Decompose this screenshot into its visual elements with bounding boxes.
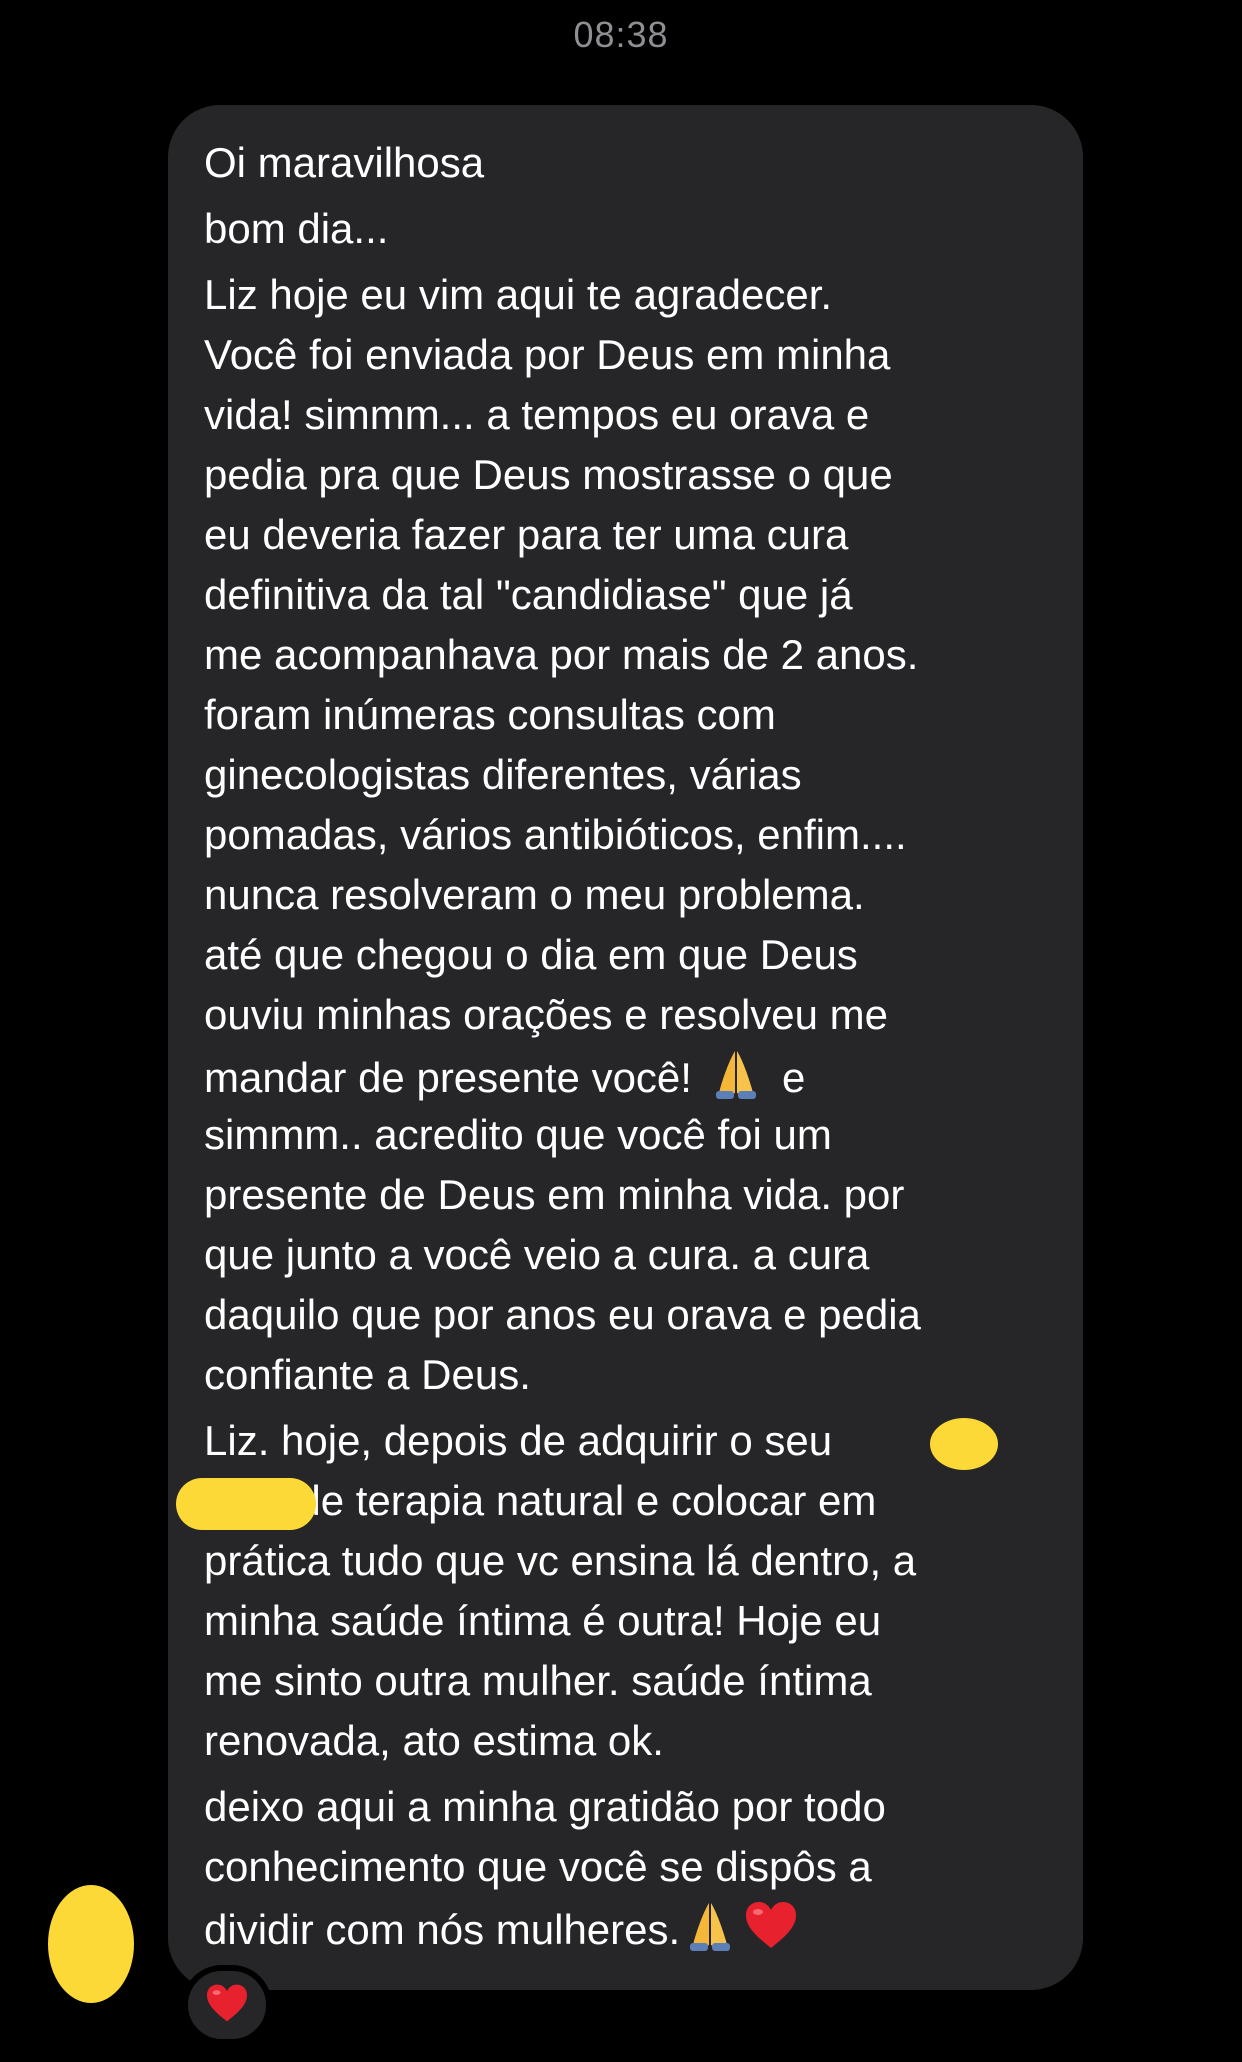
- message-timestamp: 08:38: [573, 14, 669, 55]
- message-line: confiante a Deus.: [204, 1351, 531, 1398]
- message-paragraph: Oi maravilhosa: [204, 133, 1053, 193]
- message-line: presente de Deus em minha vida. por: [204, 1171, 905, 1218]
- heart-icon: [205, 1983, 249, 2028]
- message-line: Você foi enviada por Deus em minha: [204, 331, 891, 378]
- avatar[interactable]: [48, 1885, 134, 2003]
- message-paragraph: deixo aqui a minha gratidão por todo con…: [204, 1777, 1053, 1957]
- message-line: me acompanhava por mais de 2 anos.: [204, 631, 919, 678]
- message-line: ouviu minhas orações e resolveu me: [204, 991, 889, 1038]
- message-line: daquilo que por anos eu orava e pedia: [204, 1291, 921, 1338]
- reaction-badge[interactable]: [182, 1965, 272, 2045]
- message-line: vida! simmm... a tempos eu orava e: [204, 391, 870, 438]
- censor-mark: [176, 1478, 316, 1530]
- heart-icon: [744, 1900, 798, 1966]
- message-line: eu deveria fazer para ter uma cura: [204, 511, 849, 558]
- pray-icon: [682, 1897, 738, 1969]
- censor-mark: [930, 1418, 998, 1470]
- message-line: Liz. hoje, depois de adquirir o seu: [204, 1417, 833, 1464]
- message-line: me sinto outra mulher. saúde íntima: [204, 1657, 872, 1704]
- message-line: minha saúde íntima é outra! Hoje eu: [204, 1597, 882, 1644]
- message-line: pedia pra que Deus mostrasse o que: [204, 451, 893, 498]
- message-paragraph: bom dia...: [204, 199, 1053, 259]
- message-line-with-emoji: dividir com nós mulheres.: [204, 1897, 1053, 1957]
- message-line-with-emoji: mandar de presente você! e: [204, 1045, 1053, 1105]
- message-line: que junto a você veio a cura. a cura: [204, 1231, 870, 1278]
- message-line: prática tudo que vc ensina lá dentro, a: [204, 1537, 917, 1584]
- message-line: simmm.. acredito que você foi um: [204, 1111, 832, 1158]
- message-line-text: dividir com nós mulheres.: [204, 1906, 681, 1954]
- message-paragraph: Liz. hoje, depois de adquirir o seu de t…: [204, 1411, 1053, 1771]
- message-paragraph: Liz hoje eu vim aqui te agradecer. Você …: [204, 265, 1053, 1405]
- message-line: até que chegou o dia em que Deus: [204, 931, 858, 978]
- message-line: bom dia...: [204, 205, 389, 252]
- message-line: foram inúmeras consultas com: [204, 691, 776, 738]
- message-line: conhecimento que você se dispôs a: [204, 1843, 872, 1890]
- message-line: renovada, ato estima ok.: [204, 1717, 664, 1764]
- message-line-text: mandar de presente você!: [204, 1054, 692, 1102]
- message-line: de terapia natural e colocar em: [204, 1477, 877, 1524]
- message-line-suffix: e: [781, 1054, 806, 1102]
- message-line: pomadas, vários antibióticos, enfim....: [204, 811, 907, 858]
- message-line: Oi maravilhosa: [204, 139, 485, 186]
- message-bubble[interactable]: Oi maravilhosa bom dia... Liz hoje eu vi…: [168, 105, 1083, 1990]
- message-line: ginecologistas diferentes, várias: [204, 751, 802, 798]
- message-line: Liz hoje eu vim aqui te agradecer.: [204, 271, 833, 318]
- message-line: definitiva da tal "candidiase" que já: [204, 571, 853, 618]
- message-line: nunca resolveram o meu problema.: [204, 871, 865, 918]
- message-line: deixo aqui a minha gratidão por todo: [204, 1783, 886, 1830]
